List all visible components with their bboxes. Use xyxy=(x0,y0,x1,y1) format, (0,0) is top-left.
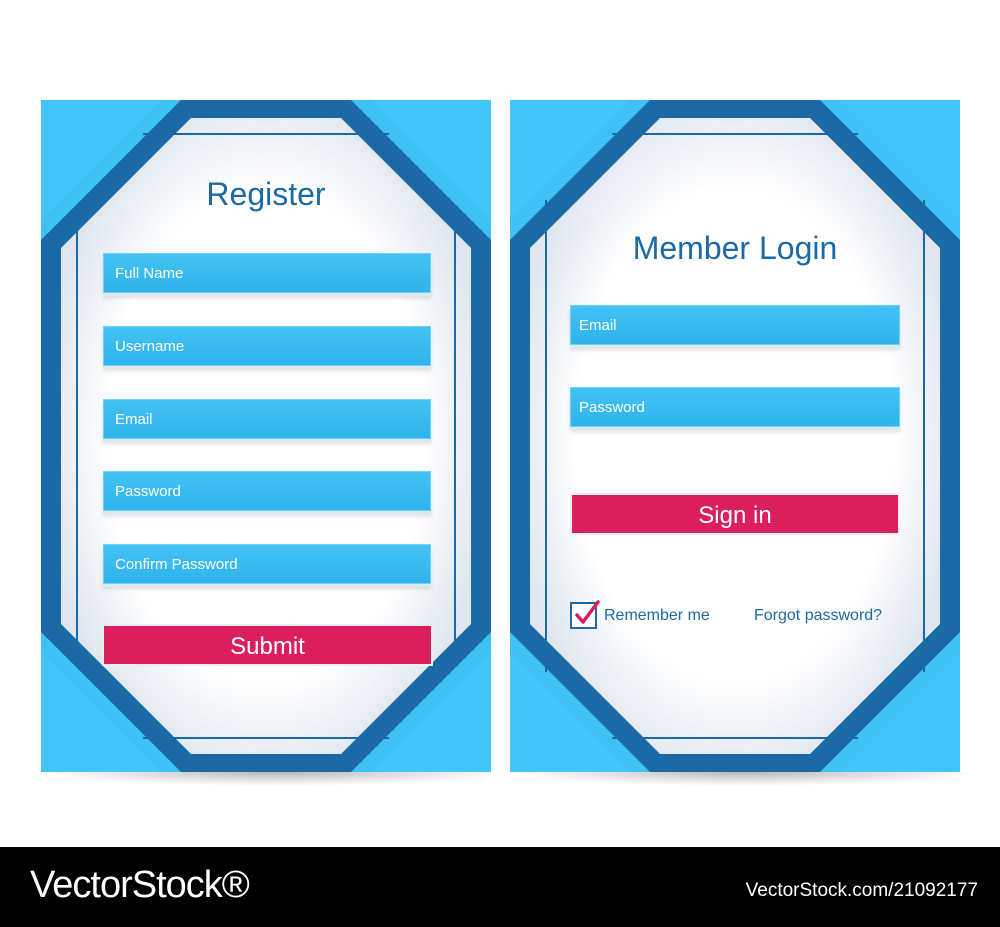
register-card: Register Full Name Username Email Passwo… xyxy=(41,100,511,786)
watermark-bar: VectorStock® VectorStock.com/21092177 xyxy=(0,847,1000,927)
login-password-field[interactable]: Password xyxy=(570,387,900,427)
username-field[interactable]: Username xyxy=(103,326,431,366)
vectorstock-logo: VectorStock® xyxy=(30,864,250,906)
login-card-shadow xyxy=(510,772,980,786)
vectorstock-id: VectorStock.com/21092177 xyxy=(745,880,978,901)
remember-me-label: Remember me xyxy=(604,607,710,624)
forgot-password-link[interactable]: Forgot password? xyxy=(754,607,882,625)
register-title: Register xyxy=(206,176,326,212)
checkmark-icon xyxy=(575,600,600,624)
password-field[interactable]: Password xyxy=(103,471,431,511)
submit-button[interactable]: Submit xyxy=(102,624,433,666)
login-email-field[interactable]: Email xyxy=(570,305,900,345)
remember-me-checkbox[interactable] xyxy=(570,600,600,629)
login-title: Member Login xyxy=(632,230,838,266)
email-field[interactable]: Email xyxy=(103,399,431,439)
full-name-field[interactable]: Full Name xyxy=(103,253,431,293)
login-card-frame xyxy=(510,100,960,772)
login-card: Member Login Email Password Sign in Reme… xyxy=(510,100,980,786)
register-card-shadow xyxy=(41,772,511,786)
sign-in-button[interactable]: Sign in xyxy=(570,493,900,535)
confirm-password-field[interactable]: Confirm Password xyxy=(103,544,431,584)
